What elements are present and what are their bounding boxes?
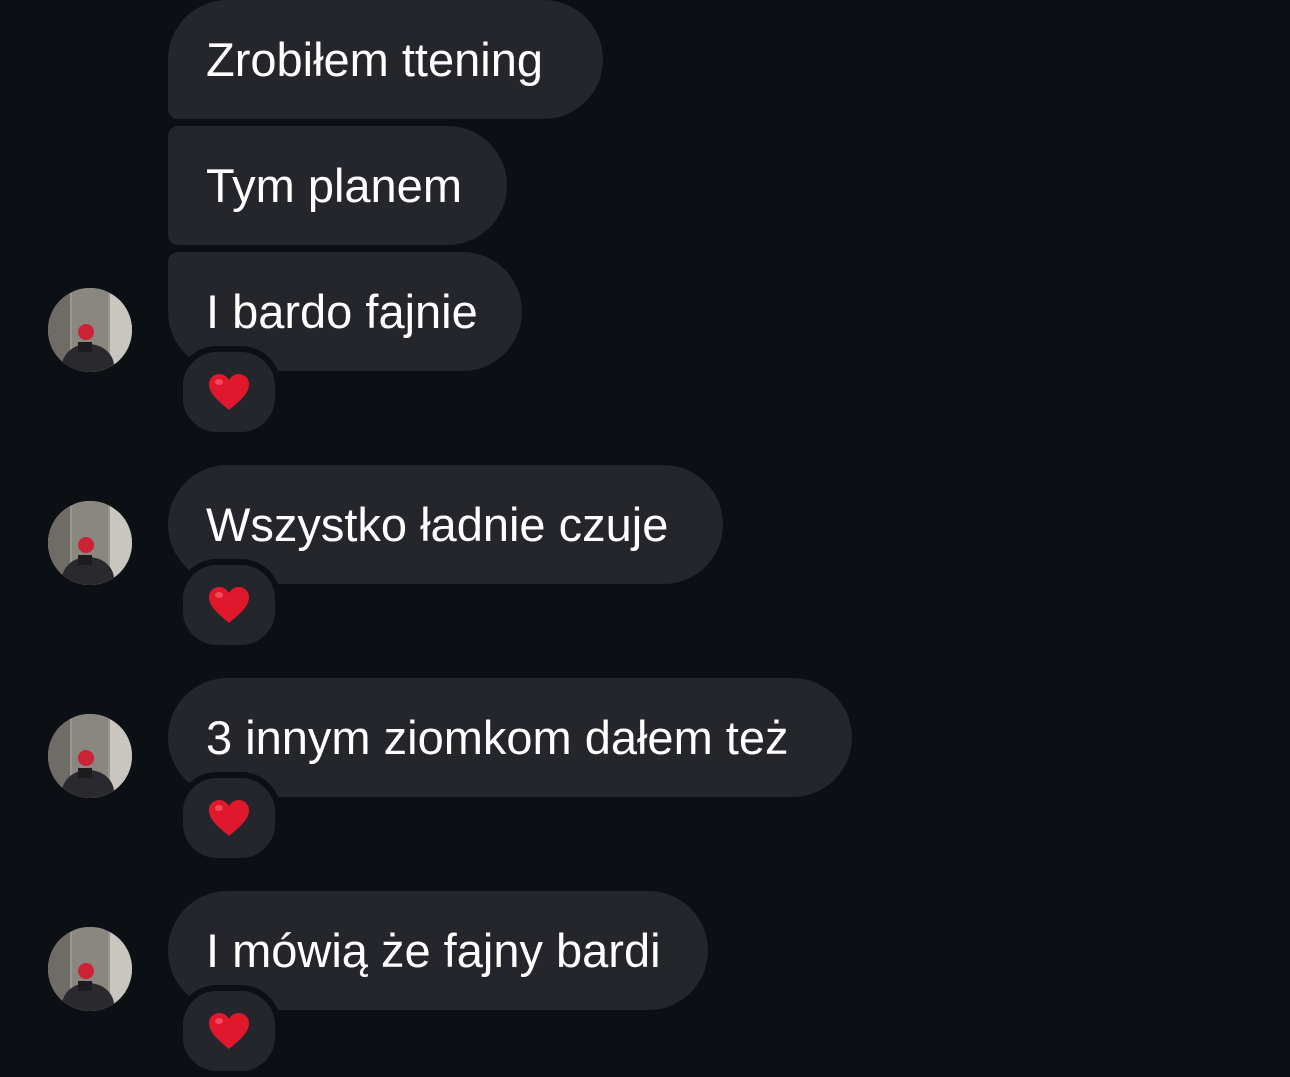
message-text: Tym planem — [206, 159, 462, 212]
avatar-photo-icon — [48, 501, 132, 585]
red-heart-icon — [209, 374, 249, 410]
avatar-photo-icon — [48, 927, 132, 1011]
message-bubble[interactable]: Tym planem — [168, 126, 507, 245]
message-bubble[interactable]: 3 innym ziomkom dałem też — [168, 678, 852, 797]
message-reaction[interactable] — [177, 346, 281, 438]
sender-avatar[interactable] — [48, 714, 132, 798]
message-text: Zrobiłem ttening — [206, 33, 543, 86]
sender-avatar[interactable] — [48, 501, 132, 585]
sender-avatar[interactable] — [48, 927, 132, 1011]
message-reaction[interactable] — [177, 985, 281, 1077]
red-heart-icon — [209, 800, 249, 836]
red-heart-icon — [209, 587, 249, 623]
sender-avatar[interactable] — [48, 288, 132, 372]
message-text: 3 innym ziomkom dałem też — [206, 711, 789, 764]
message-text: Wszystko ładnie czuje — [206, 498, 669, 551]
message-bubble[interactable]: Zrobiłem ttening — [168, 0, 603, 119]
avatar-photo-icon — [48, 714, 132, 798]
red-heart-icon — [209, 1013, 249, 1049]
message-reaction[interactable] — [177, 772, 281, 864]
message-reaction[interactable] — [177, 559, 281, 651]
message-text: I mówią że fajny bardi — [206, 924, 661, 977]
message-thread: Zrobiłem ttening Tym planem I bardo fajn… — [0, 0, 1290, 1077]
avatar-photo-icon — [48, 288, 132, 372]
